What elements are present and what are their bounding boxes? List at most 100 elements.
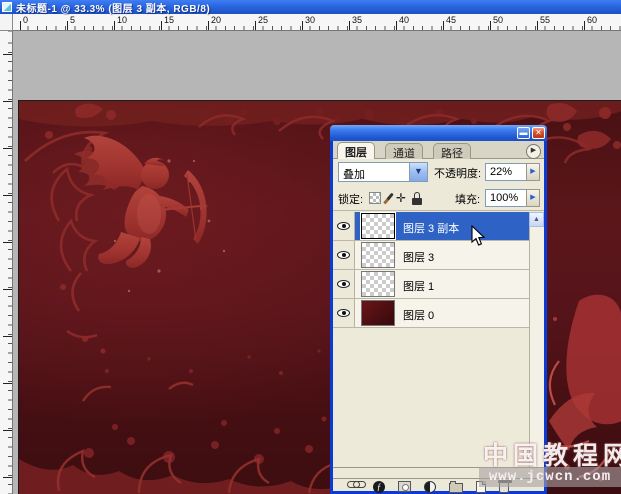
tab-paths[interactable]: 路径 bbox=[433, 143, 471, 160]
opacity-input[interactable]: 22% bbox=[485, 163, 527, 181]
document-icon bbox=[2, 2, 12, 12]
ruler-major-tick bbox=[3, 383, 12, 384]
layer-mask-icon[interactable] bbox=[398, 481, 411, 492]
lock-all-icon[interactable] bbox=[412, 191, 423, 205]
vertical-ruler[interactable] bbox=[0, 31, 13, 494]
layers-panel-titlebar[interactable]: ▬ ✕ bbox=[330, 125, 547, 141]
ruler-label: 15 bbox=[164, 15, 175, 25]
ruler-major-tick bbox=[208, 21, 209, 30]
eye-icon[interactable] bbox=[337, 222, 350, 230]
adjustment-layer-icon[interactable] bbox=[424, 481, 436, 493]
opacity-value: 22% bbox=[490, 166, 513, 178]
layer-name[interactable]: 图层 3 bbox=[403, 249, 434, 265]
new-group-icon[interactable] bbox=[449, 481, 463, 493]
layer-name[interactable]: 图层 0 bbox=[403, 307, 434, 323]
layer-list: ▲ 图层 3 副本 图层 3 图层 1 图层 0 bbox=[333, 212, 544, 468]
ruler-major-tick bbox=[396, 21, 397, 30]
ruler-label: 30 bbox=[305, 15, 316, 25]
scroll-up-icon[interactable]: ▲ bbox=[529, 212, 544, 227]
opacity-label: 不透明度: bbox=[434, 168, 482, 180]
ruler-label: 50 bbox=[493, 15, 504, 25]
ruler-label: 25 bbox=[258, 15, 269, 25]
ruler-label: 10 bbox=[117, 15, 128, 25]
lock-transparency-icon[interactable] bbox=[369, 192, 381, 204]
layer-name[interactable]: 图层 3 副本 bbox=[403, 220, 459, 236]
ruler-major-tick bbox=[3, 54, 12, 55]
layer-thumbnail[interactable] bbox=[361, 213, 395, 239]
fill-input[interactable]: 100% bbox=[485, 189, 527, 207]
eye-icon[interactable] bbox=[337, 280, 350, 288]
layer-thumbnail[interactable] bbox=[361, 242, 395, 268]
layer-thumbnail[interactable] bbox=[361, 271, 395, 297]
photoshop-document-window: 未标题-1 @ 33.3% (图层 3 副本, RGB/8) 0 5 10 15… bbox=[0, 0, 621, 494]
document-title: 未标题-1 @ 33.3% (图层 3 副本, RGB/8) bbox=[16, 3, 211, 15]
lock-fill-row: 锁定: ✛ 填充: 100% ▶ bbox=[333, 185, 544, 211]
ruler-label: 0 bbox=[23, 15, 29, 25]
visibility-cell[interactable] bbox=[333, 299, 355, 327]
blend-mode-value: 叠加 bbox=[343, 169, 365, 181]
ruler-major-tick bbox=[3, 430, 12, 431]
layer-row-0[interactable]: 图层 0 bbox=[333, 299, 529, 328]
ruler-label: 45 bbox=[446, 15, 457, 25]
fill-value: 100% bbox=[490, 192, 519, 204]
lock-paint-icon[interactable] bbox=[383, 192, 394, 204]
ruler-label: 60 bbox=[587, 15, 598, 25]
ruler-major-tick bbox=[3, 101, 12, 102]
scrollbar[interactable]: ▲ bbox=[529, 212, 544, 467]
layer-row-3-copy[interactable]: 图层 3 副本 bbox=[333, 212, 529, 241]
ruler-major-tick bbox=[3, 289, 12, 290]
blend-opacity-row: 叠加 ▼ 不透明度: 22% ▶ bbox=[333, 159, 544, 185]
horizontal-ruler[interactable]: 0 5 10 15 20 25 30 35 40 45 50 55 60 bbox=[13, 14, 621, 31]
minimize-button[interactable]: ▬ bbox=[517, 127, 530, 139]
ruler-major-tick bbox=[255, 21, 256, 30]
ruler-label: 35 bbox=[352, 15, 363, 25]
lock-label: 锁定: bbox=[338, 194, 364, 206]
layer-name[interactable]: 图层 1 bbox=[403, 278, 434, 294]
layer-row-3[interactable]: 图层 3 bbox=[333, 241, 529, 270]
lock-buttons: ✛ bbox=[369, 191, 423, 205]
tab-channels[interactable]: 通道 bbox=[385, 143, 423, 160]
layer-row-1[interactable]: 图层 1 bbox=[333, 270, 529, 299]
chevron-down-icon[interactable]: ▼ bbox=[409, 163, 427, 181]
ruler-label: 40 bbox=[399, 15, 410, 25]
ruler-major-tick bbox=[302, 21, 303, 30]
fill-slider-arrow-icon[interactable]: ▶ bbox=[526, 189, 540, 207]
opacity-slider-arrow-icon[interactable]: ▶ bbox=[526, 163, 540, 181]
ruler-major-tick bbox=[67, 21, 68, 30]
ruler-major-tick bbox=[114, 21, 115, 30]
link-layers-icon[interactable] bbox=[347, 480, 366, 488]
ruler-major-tick bbox=[537, 21, 538, 30]
watermark-url: www.jcwcn.com bbox=[488, 469, 612, 485]
ruler-label: 20 bbox=[211, 15, 222, 25]
ruler-major-tick bbox=[3, 477, 12, 478]
visibility-cell[interactable] bbox=[333, 241, 355, 269]
layer-thumbnail[interactable] bbox=[361, 300, 395, 326]
ruler-origin-corner[interactable] bbox=[0, 14, 13, 31]
ruler-major-tick bbox=[490, 21, 491, 30]
eye-icon[interactable] bbox=[337, 251, 350, 259]
fill-label: 填充: bbox=[455, 194, 481, 206]
ruler-label: 55 bbox=[540, 15, 551, 25]
ruler-major-tick bbox=[3, 242, 12, 243]
blend-mode-select[interactable]: 叠加 ▼ bbox=[338, 162, 428, 182]
ruler-minor-ticks bbox=[13, 26, 621, 30]
close-icon[interactable]: ✕ bbox=[532, 127, 545, 139]
ruler-major-tick bbox=[161, 21, 162, 30]
layer-style-icon[interactable]: ƒ bbox=[373, 481, 385, 493]
eye-icon[interactable] bbox=[337, 309, 350, 317]
ruler-major-tick bbox=[3, 336, 12, 337]
ruler-major-tick bbox=[3, 195, 12, 196]
visibility-cell[interactable] bbox=[333, 270, 355, 298]
document-titlebar[interactable]: 未标题-1 @ 33.3% (图层 3 副本, RGB/8) bbox=[0, 0, 621, 15]
lock-position-icon[interactable]: ✛ bbox=[396, 192, 406, 204]
ruler-major-tick bbox=[3, 148, 12, 149]
visibility-cell[interactable] bbox=[333, 212, 355, 240]
tab-layers[interactable]: 图层 bbox=[337, 142, 375, 159]
watermark-band: www.jcwcn.com bbox=[479, 467, 621, 487]
ruler-major-tick bbox=[349, 21, 350, 30]
panel-menu-icon[interactable]: ▶ bbox=[526, 144, 541, 159]
mouse-cursor-icon bbox=[471, 224, 486, 252]
ruler-major-tick bbox=[20, 21, 21, 30]
panel-tabs: 图层 通道 路径 ▶ bbox=[333, 141, 544, 160]
ruler-label: 5 bbox=[70, 15, 76, 25]
